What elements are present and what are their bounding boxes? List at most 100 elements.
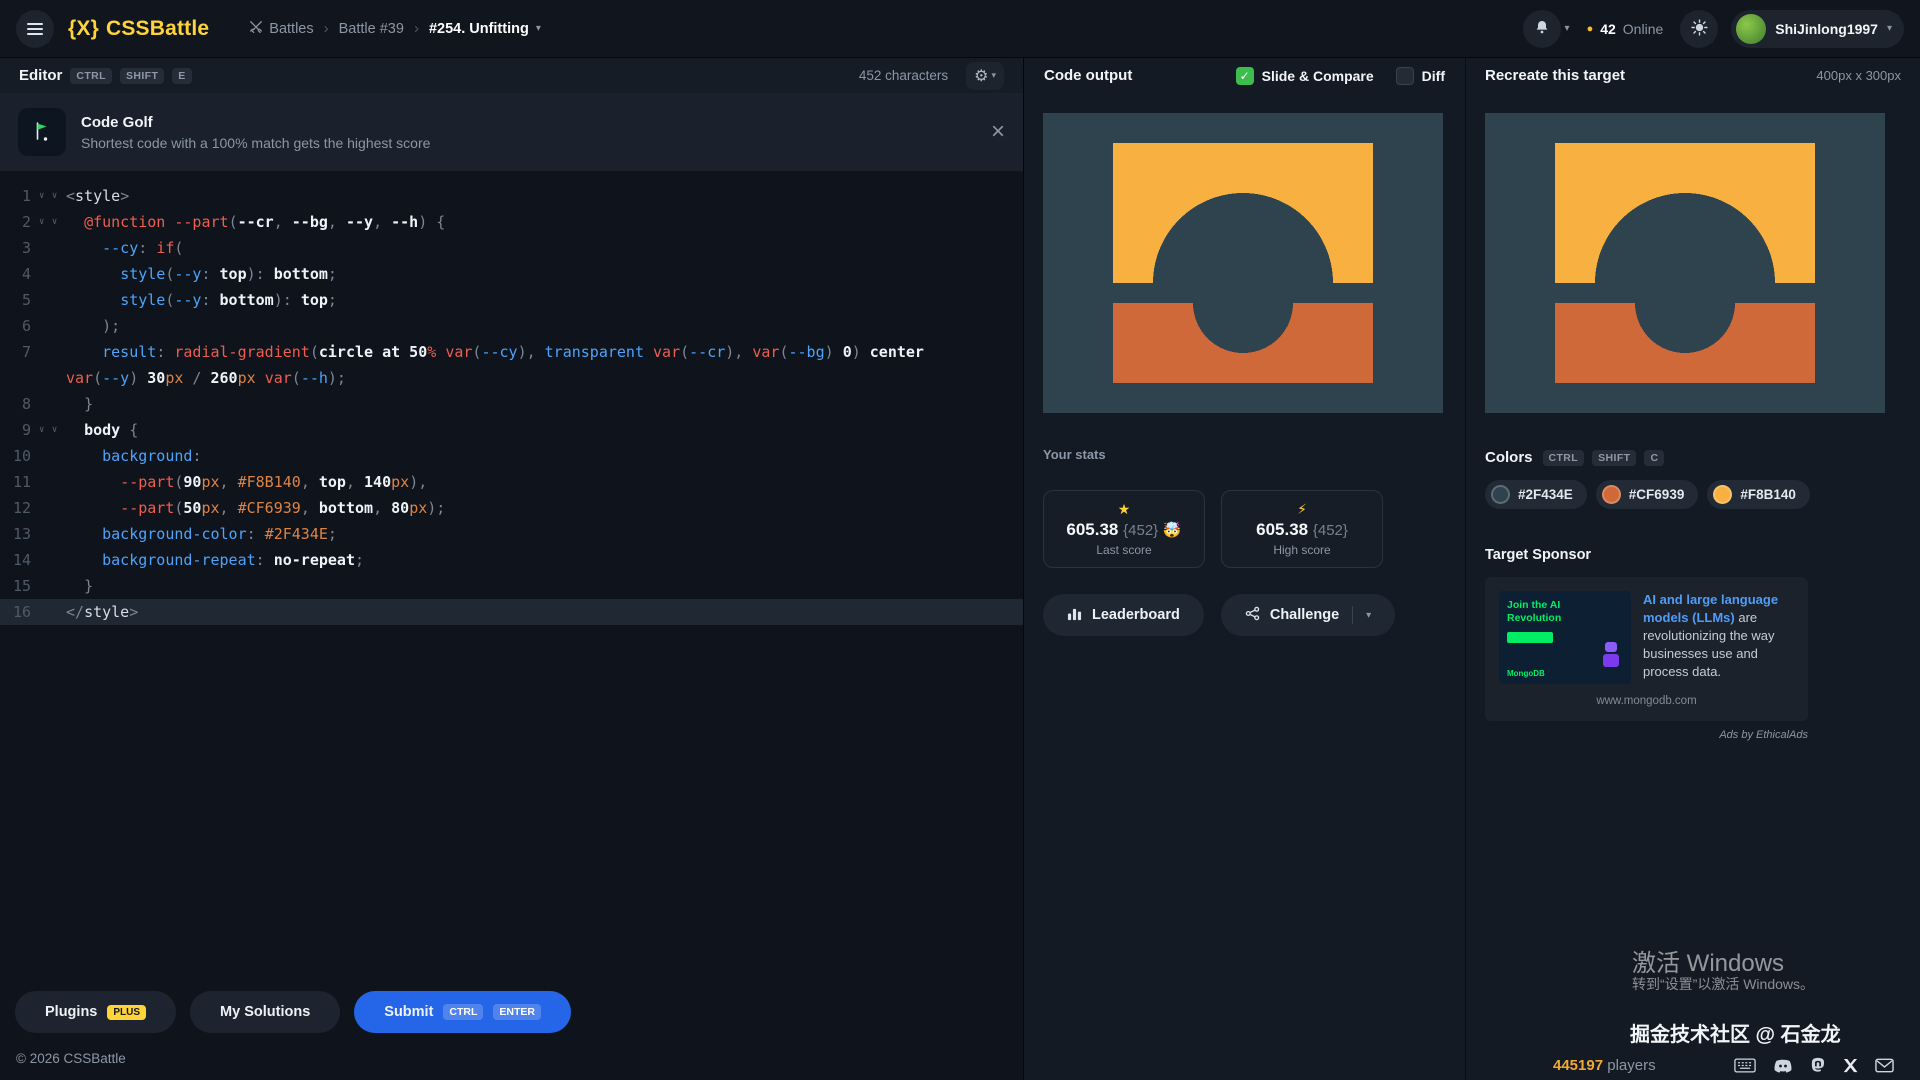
code-output-render[interactable] bbox=[1043, 113, 1443, 413]
bell-icon bbox=[1534, 19, 1550, 38]
code-line[interactable]: 12 --part(50px, #CF6939, bottom, 80px); bbox=[0, 495, 1023, 521]
output-body: Your stats ★ 605.38 {452} 🤯 Last score ⚡ bbox=[1024, 93, 1465, 636]
character-count: 452 characters bbox=[859, 68, 948, 83]
color-chip[interactable]: #CF6939 bbox=[1596, 480, 1699, 509]
top-navbar: {X} CSSBattle Battles › Battle #39 › #25… bbox=[0, 0, 1920, 58]
code-golf-banner: Code Golf Shortest code with a 100% matc… bbox=[0, 93, 1023, 171]
checkbox-checked-icon[interactable]: ✓ bbox=[1236, 67, 1254, 85]
mastodon-icon[interactable] bbox=[1810, 1057, 1826, 1074]
code-line[interactable]: 16</style> bbox=[0, 599, 1023, 625]
ad-highlight-link[interactable]: AI and large language models (LLMs) bbox=[1643, 592, 1778, 625]
juejin-watermark: 掘金技术社区 @ 石金龙 bbox=[1630, 1018, 1841, 1047]
players-count: 445197 players bbox=[1553, 1057, 1656, 1074]
sponsor-ad-image[interactable]: Join the AI Revolution MongoDB bbox=[1499, 591, 1631, 684]
your-stats-label: Your stats bbox=[1043, 447, 1445, 462]
last-score-value: 605.38 bbox=[1066, 520, 1118, 539]
color-swatch bbox=[1713, 485, 1732, 504]
breadcrumb-current-target[interactable]: #254. Unfitting ▾ bbox=[429, 21, 541, 37]
keycap-enter: ENTER bbox=[493, 1004, 541, 1020]
colors-header: Colors CTRL SHIFT C bbox=[1485, 449, 1900, 466]
keycap-shift: SHIFT bbox=[1592, 450, 1636, 466]
high-score-chars: {452} bbox=[1313, 522, 1348, 539]
sponsor-ad-card[interactable]: Join the AI Revolution MongoDB AI and la… bbox=[1485, 577, 1808, 721]
chevron-down-icon: ▾ bbox=[536, 23, 541, 34]
online-indicator: ● 42 Online bbox=[1587, 21, 1664, 37]
code-line[interactable]: 10 background: bbox=[0, 443, 1023, 469]
x-twitter-icon[interactable] bbox=[1843, 1058, 1858, 1073]
code-line[interactable]: 9∨ ∨ body { bbox=[0, 417, 1023, 443]
slide-compare-toggle[interactable]: ✓ Slide & Compare bbox=[1236, 67, 1374, 85]
my-solutions-label: My Solutions bbox=[220, 1004, 310, 1020]
ad-image-title: Join the AI Revolution bbox=[1507, 599, 1591, 625]
leaderboard-button[interactable]: Leaderboard bbox=[1043, 594, 1204, 636]
breadcrumb-battles[interactable]: Battles bbox=[249, 20, 313, 38]
editor-settings-button[interactable]: ⚙ ▾ bbox=[966, 62, 1004, 90]
target-panel: Recreate this target 400px x 300px Color… bbox=[1465, 58, 1920, 1080]
color-chip[interactable]: #2F434E bbox=[1485, 480, 1587, 509]
plus-badge: PLUS bbox=[107, 1005, 146, 1020]
submit-label: Submit bbox=[384, 1004, 433, 1020]
ads-by-label[interactable]: Ads by EthicalAds bbox=[1485, 729, 1808, 741]
code-line[interactable]: 4 style(--y: top): bottom; bbox=[0, 261, 1023, 287]
logo-text: CSSBattle bbox=[106, 17, 209, 41]
challenge-button[interactable]: Challenge ▾ bbox=[1221, 594, 1395, 636]
high-score-value: 605.38 bbox=[1256, 520, 1308, 539]
online-dot-icon: ● bbox=[1587, 23, 1594, 35]
my-solutions-button[interactable]: My Solutions bbox=[190, 991, 340, 1033]
stat-cards: ★ 605.38 {452} 🤯 Last score ⚡ 605.38 {45… bbox=[1043, 490, 1445, 568]
discord-icon[interactable] bbox=[1773, 1058, 1793, 1074]
code-lines: 1∨ ∨<style>2∨ ∨ @function --part(--cr, -… bbox=[0, 183, 1023, 625]
theme-toggle-button[interactable] bbox=[1680, 10, 1718, 48]
close-icon[interactable]: × bbox=[991, 120, 1005, 144]
colors-label: Colors bbox=[1485, 449, 1533, 466]
chevron-down-icon: ▾ bbox=[1565, 23, 1570, 34]
keyboard-shortcuts-icon[interactable] bbox=[1734, 1057, 1756, 1074]
code-line[interactable]: 11 --part(90px, #F8B140, top, 140px), bbox=[0, 469, 1023, 495]
target-title: Recreate this target bbox=[1485, 67, 1625, 84]
menu-button[interactable] bbox=[16, 10, 54, 48]
editor-actions: Plugins PLUS My Solutions Submit CTRL EN… bbox=[0, 979, 1023, 1047]
mind-blown-emoji: 🤯 bbox=[1163, 522, 1182, 539]
color-chip[interactable]: #F8B140 bbox=[1707, 480, 1810, 509]
diff-toggle[interactable]: Diff bbox=[1396, 67, 1445, 85]
code-line[interactable]: 2∨ ∨ @function --part(--cr, --bg, --y, -… bbox=[0, 209, 1023, 235]
keycap-ctrl: CTRL bbox=[443, 1004, 483, 1020]
code-line[interactable]: 15 } bbox=[0, 573, 1023, 599]
code-line[interactable]: 5 style(--y: bottom): top; bbox=[0, 287, 1023, 313]
last-score-card: ★ 605.38 {452} 🤯 Last score bbox=[1043, 490, 1205, 568]
code-line[interactable]: 13 background-color: #2F434E; bbox=[0, 521, 1023, 547]
share-icon bbox=[1245, 606, 1260, 625]
code-line[interactable]: 6 ); bbox=[0, 313, 1023, 339]
code-line[interactable]: 7 result: radial-gradient(circle at 50% … bbox=[0, 339, 1023, 365]
app-logo[interactable]: {X} CSSBattle bbox=[68, 17, 209, 41]
swords-icon bbox=[249, 20, 263, 38]
sponsor-ad-text[interactable]: AI and large language models (LLMs) are … bbox=[1643, 591, 1794, 684]
main-content: Editor CTRL SHIFT E 452 characters ⚙ ▾ C… bbox=[0, 58, 1920, 1080]
mail-icon[interactable] bbox=[1875, 1058, 1894, 1073]
target-image[interactable] bbox=[1485, 113, 1885, 413]
golf-banner-text: Code Golf Shortest code with a 100% matc… bbox=[81, 114, 430, 151]
code-line[interactable]: 1∨ ∨<style> bbox=[0, 183, 1023, 209]
code-editor[interactable]: 1∨ ∨<style>2∨ ∨ @function --part(--cr, -… bbox=[0, 171, 1023, 979]
bell-button[interactable] bbox=[1523, 10, 1561, 48]
checkbox-unchecked-icon[interactable] bbox=[1396, 67, 1414, 85]
color-hex: #2F434E bbox=[1518, 487, 1573, 502]
chevron-down-icon[interactable]: ▾ bbox=[1366, 610, 1371, 621]
challenge-label: Challenge bbox=[1270, 607, 1339, 623]
plugins-button[interactable]: Plugins PLUS bbox=[15, 991, 176, 1033]
copyright: © 2026 CSSBattle bbox=[0, 1047, 1023, 1080]
submit-button[interactable]: Submit CTRL ENTER bbox=[354, 991, 571, 1033]
code-line[interactable]: var(--y) 30px / 260px var(--h); bbox=[0, 365, 1023, 391]
chevron-down-icon: ▾ bbox=[991, 70, 996, 81]
target-title-label: #254. Unfitting bbox=[429, 21, 529, 37]
user-menu[interactable]: ShiJinlong1997 ▾ bbox=[1731, 10, 1904, 48]
breadcrumb-battles-label: Battles bbox=[269, 21, 313, 37]
editor-title: Editor bbox=[19, 67, 62, 84]
code-line[interactable]: 3 --cy: if( bbox=[0, 235, 1023, 261]
ad-image-button bbox=[1507, 632, 1553, 643]
code-line[interactable]: 14 background-repeat: no-repeat; bbox=[0, 547, 1023, 573]
sponsor-url[interactable]: www.mongodb.com bbox=[1499, 695, 1794, 707]
notifications-button[interactable]: ▾ bbox=[1523, 10, 1570, 48]
code-line[interactable]: 8 } bbox=[0, 391, 1023, 417]
breadcrumb-battle-39[interactable]: Battle #39 bbox=[339, 21, 404, 37]
